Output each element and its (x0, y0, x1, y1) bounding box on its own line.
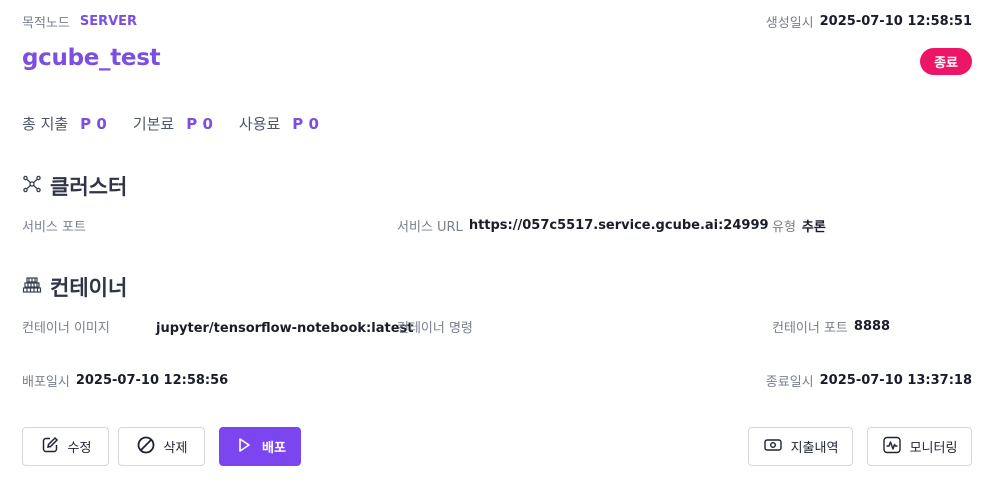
target-node-value: SERVER (79, 14, 138, 29)
deploy-button-label: 배포 (262, 441, 286, 456)
cost-base-value: P 0 (186, 114, 213, 133)
container-port: 컨테이너 포트 8888 (772, 317, 890, 336)
deploy-button[interactable]: 배포 (219, 427, 301, 466)
container-stack-icon (22, 275, 42, 300)
delete-button[interactable]: 삭제 (118, 427, 205, 466)
cluster-section-title: 클러스터 (22, 171, 127, 201)
prohibit-icon (136, 435, 156, 459)
billing-history-label: 지출내역 (790, 441, 839, 456)
container-image-value: jupyter/tensorflow-notebook:latest (156, 321, 414, 336)
cost-usage-label: 사용료 (238, 115, 281, 133)
target-node: 목적노드 SERVER (22, 12, 137, 31)
monitoring-button[interactable]: 모니터링 (867, 427, 972, 466)
edit-button[interactable]: 수정 (22, 427, 109, 466)
service-url-label: 서비스 URL (397, 220, 463, 235)
service-port: 서비스 포트 (22, 216, 92, 235)
container-port-label: 컨테이너 포트 (772, 321, 848, 336)
cost-total-value: P 0 (80, 114, 107, 133)
play-icon (234, 435, 254, 459)
billing-history-button[interactable]: 지출내역 (748, 427, 853, 466)
cost-total-label: 총 지출 (22, 115, 69, 133)
cluster-type: 유형 추론 (772, 216, 826, 235)
container-section-title: 컨테이너 (22, 272, 127, 302)
cost-total: 총 지출 P 0 (22, 113, 107, 134)
deployed-at-value: 2025-07-10 12:58:56 (75, 373, 229, 388)
money-icon (763, 435, 783, 459)
service-port-label: 서비스 포트 (22, 220, 86, 235)
status-badge: 종료 (920, 48, 972, 75)
deployed-at-label: 배포일시 (22, 375, 70, 390)
edit-button-label: 수정 (67, 441, 92, 456)
container-command: 컨테이너 명령 (397, 317, 479, 336)
container-image-label: 컨테이너 이미지 (22, 321, 110, 336)
container-port-value: 8888 (853, 319, 891, 334)
cost-base-label: 기본료 (132, 115, 175, 133)
ended-at-value: 2025-07-10 13:37:18 (819, 373, 972, 388)
service-url-value[interactable]: https://057c5517.service.gcube.ai:24999 (469, 218, 769, 233)
created-at-label: 생성일시 (765, 16, 814, 31)
pulse-chart-icon (882, 435, 902, 459)
cluster-type-label: 유형 (772, 220, 796, 235)
page-title: gcube_test (22, 45, 161, 71)
network-nodes-icon (22, 174, 42, 199)
deployed-at: 배포일시 2025-07-10 12:58:56 (22, 371, 228, 390)
container-command-label: 컨테이너 명령 (397, 321, 473, 336)
created-at: 생성일시 2025-07-10 12:58:51 (766, 12, 972, 31)
cluster-type-value: 추론 (801, 220, 826, 235)
container-image: 컨테이너 이미지 (22, 317, 110, 336)
service-url: 서비스 URL https://057c5517.service.gcube.a… (397, 216, 769, 235)
target-node-label: 목적노드 (22, 16, 70, 31)
created-at-value: 2025-07-10 12:58:51 (819, 14, 972, 29)
container-title-text: 컨테이너 (50, 276, 128, 300)
monitoring-label: 모니터링 (909, 441, 958, 456)
cost-usage-value: P 0 (292, 114, 319, 133)
ended-at: 종료일시 2025-07-10 13:37:18 (766, 371, 972, 390)
cost-base: 기본료 P 0 (133, 113, 213, 134)
cost-usage: 사용료 P 0 (239, 113, 319, 134)
delete-button-label: 삭제 (163, 441, 188, 456)
ended-at-label: 종료일시 (765, 375, 814, 390)
edit-icon (40, 435, 60, 459)
cost-summary: 총 지출 P 0 기본료 P 0 사용료 P 0 (22, 113, 345, 134)
cluster-title-text: 클러스터 (50, 175, 128, 199)
